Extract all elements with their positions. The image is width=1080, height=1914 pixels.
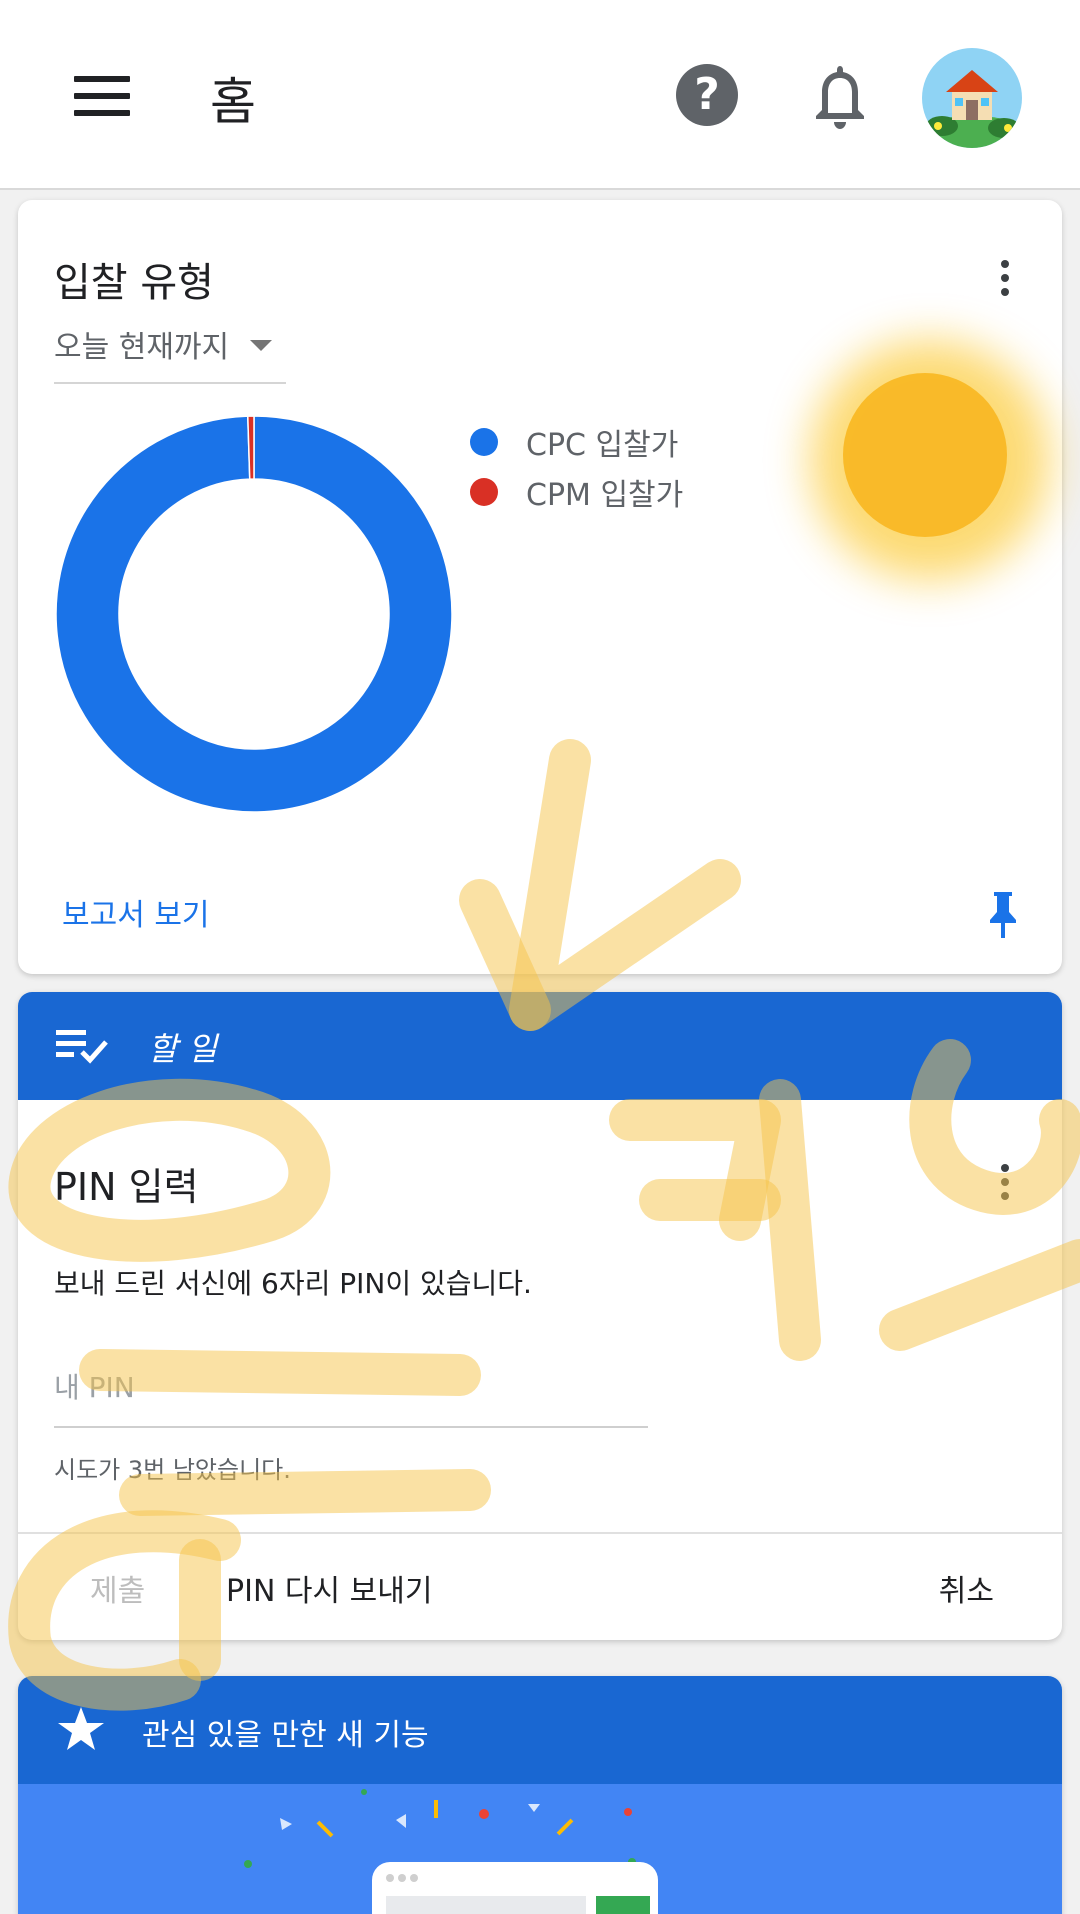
bell-icon[interactable] xyxy=(812,62,868,130)
feature-illustration xyxy=(18,1784,1062,1914)
submit-button[interactable]: 제출 xyxy=(90,1566,145,1610)
new-features-card: 관심 있을 만한 새 기능 xyxy=(18,1676,1062,1914)
legend-label-cpm: CPM 입찰가 xyxy=(526,478,684,513)
menu-icon[interactable] xyxy=(74,76,130,116)
date-range-dropdown[interactable]: 오늘 현재까지 xyxy=(54,322,286,384)
pin-icon[interactable] xyxy=(988,890,1018,940)
attempts-remaining-hint: 시도가 3번 남았습니다. xyxy=(54,1456,291,1484)
view-report-link[interactable]: 보고서 보기 xyxy=(62,890,210,934)
more-vert-icon[interactable] xyxy=(998,1164,1010,1204)
pin-input[interactable] xyxy=(54,1348,648,1428)
pin-description: 보내 드린 서신에 6자리 PIN이 있습니다. xyxy=(54,1267,532,1300)
more-vert-icon[interactable] xyxy=(998,260,1010,300)
checklist-icon xyxy=(56,1028,110,1064)
features-card-header: 관심 있을 만한 새 기능 xyxy=(18,1676,1062,1784)
legend-label-cpc: CPC 입찰가 xyxy=(526,428,679,463)
pin-entry-title: PIN 입력 xyxy=(54,1165,199,1209)
card-title: 입찰 유형 xyxy=(54,260,214,306)
todo-card-header: 할 일 xyxy=(18,992,1062,1100)
bid-type-card: 입찰 유형 오늘 현재까지 CPC 입찰가 CPM 입찰가 보고서 보기 xyxy=(18,200,1062,974)
donut-slice-cpm xyxy=(247,415,255,480)
features-header-title: 관심 있을 만한 새 기능 xyxy=(142,1718,429,1753)
avatar[interactable] xyxy=(922,48,1022,148)
bid-type-donut-chart xyxy=(55,415,453,813)
todo-header-title: 할 일 xyxy=(148,1030,218,1068)
todo-card: 할 일 PIN 입력 보내 드린 서신에 6자리 PIN이 있습니다. 시도가 … xyxy=(18,992,1062,1640)
card-actions: 제출 PIN 다시 보내기 취소 xyxy=(18,1532,1062,1640)
resend-pin-button[interactable]: PIN 다시 보내기 xyxy=(226,1566,432,1610)
help-icon[interactable]: ? xyxy=(676,64,738,126)
legend-swatch-cpc xyxy=(470,428,498,456)
date-range-label: 오늘 현재까지 xyxy=(54,330,230,365)
cancel-button[interactable]: 취소 xyxy=(939,1566,994,1610)
page-title: 홈 xyxy=(210,73,256,131)
top-app-bar: 홈 ? xyxy=(0,0,1080,190)
star-icon xyxy=(56,1704,106,1754)
chevron-down-icon xyxy=(250,340,272,351)
legend-swatch-cpm xyxy=(470,478,498,506)
